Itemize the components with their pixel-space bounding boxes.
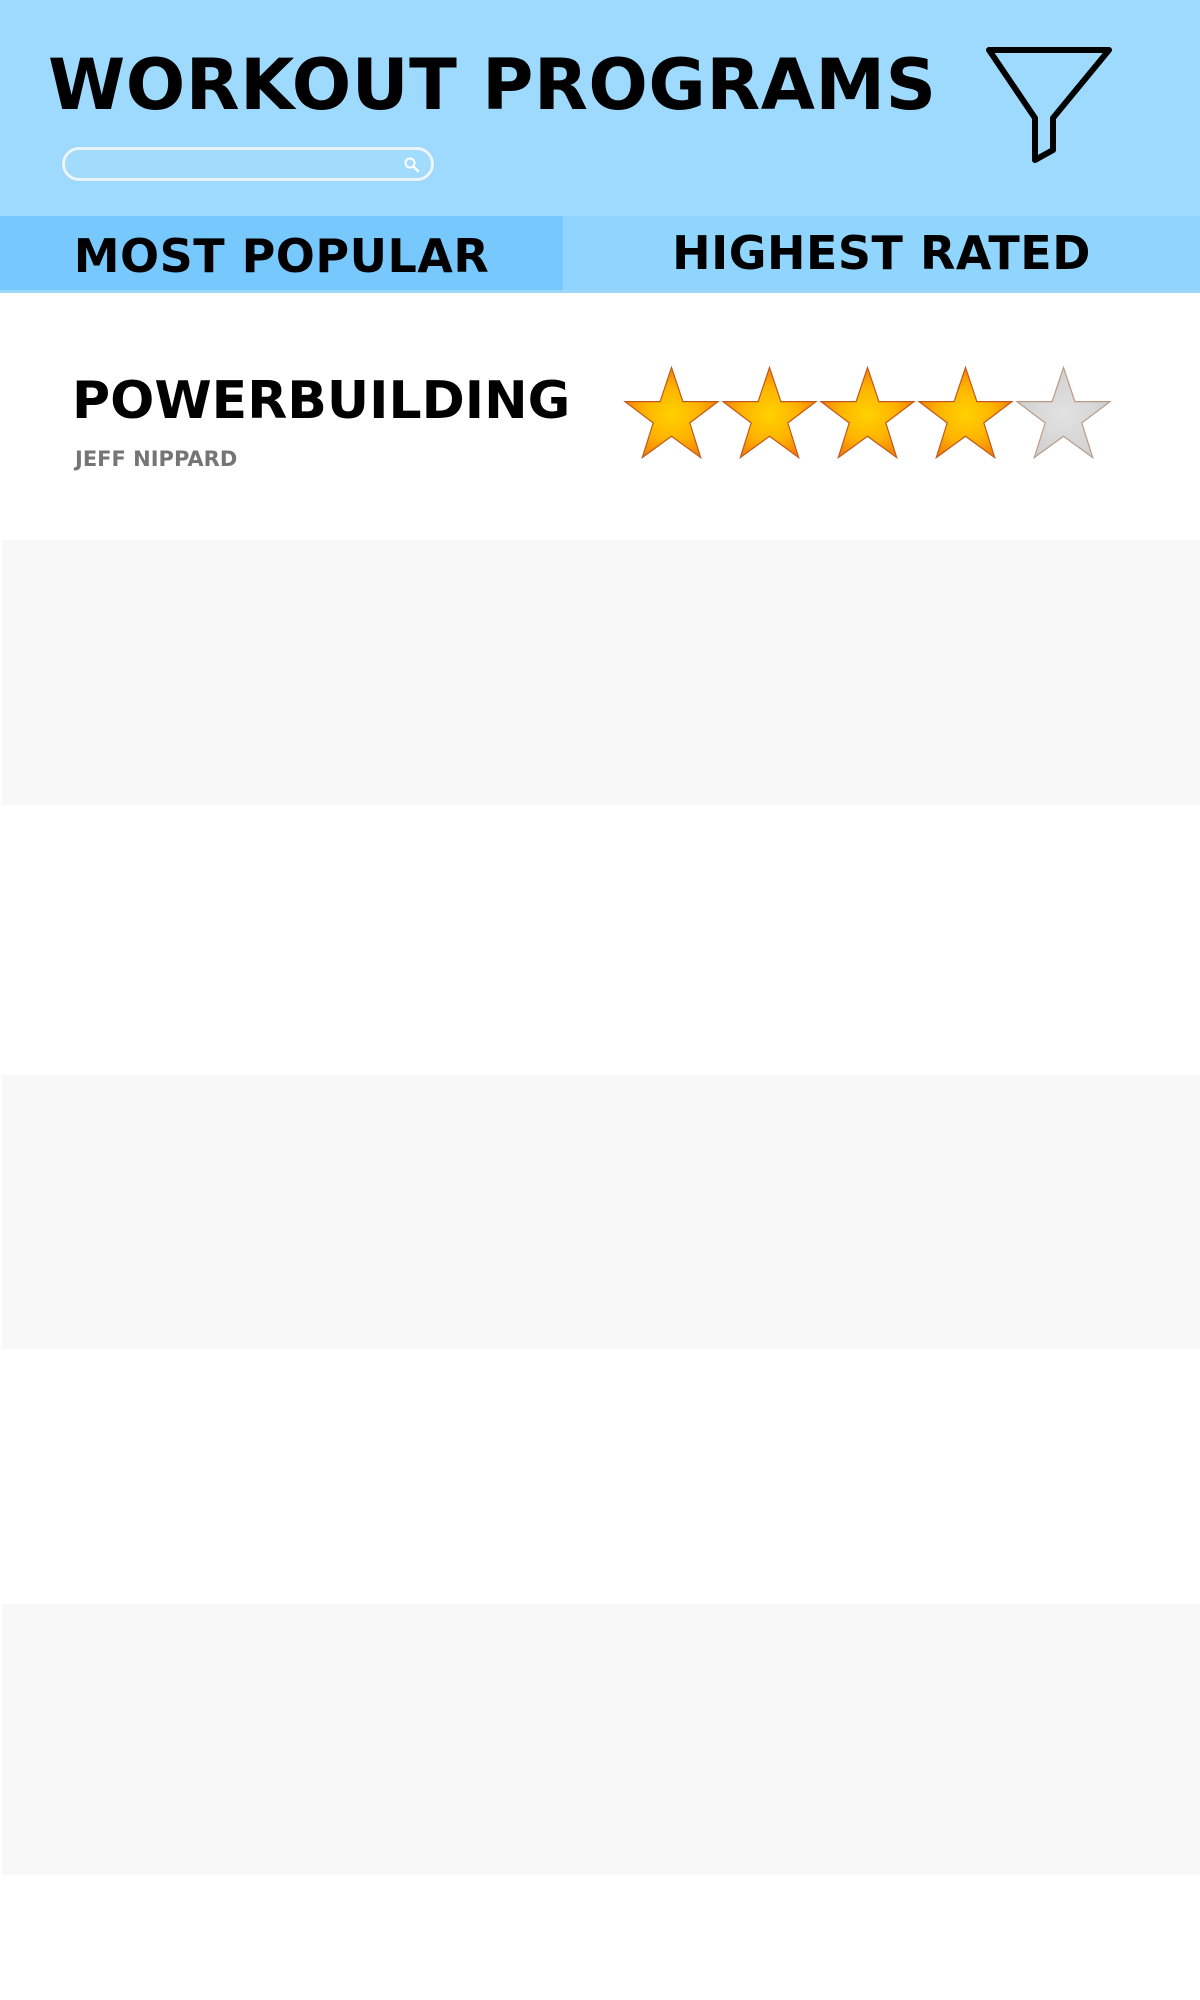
program-row[interactable]: POWERBUILDING JEFF NIPPARD bbox=[2, 293, 1200, 540]
tab-highest-rated[interactable]: HIGHEST RATED bbox=[563, 216, 1200, 290]
search-box[interactable] bbox=[62, 147, 434, 181]
program-row[interactable] bbox=[2, 540, 1200, 805]
program-row[interactable] bbox=[2, 805, 1200, 1075]
tab-most-popular[interactable]: MOST POPULAR bbox=[0, 216, 563, 290]
program-row[interactable] bbox=[2, 1875, 1200, 2000]
tab-bar: MOST POPULAR HIGHEST RATED bbox=[0, 216, 1200, 293]
program-author: JEFF NIPPARD bbox=[75, 447, 238, 471]
star-filled-icon bbox=[623, 365, 720, 460]
star-empty-icon bbox=[1015, 365, 1112, 460]
app-screen: WORKOUT PROGRAMS MOST POPULAR HIGHEST RA… bbox=[0, 0, 1200, 2000]
program-row[interactable] bbox=[2, 1604, 1200, 1875]
filter-funnel-icon[interactable] bbox=[985, 46, 1113, 164]
search-icon[interactable] bbox=[403, 156, 421, 174]
star-filled-icon bbox=[917, 365, 1014, 460]
search-input[interactable] bbox=[79, 154, 389, 176]
star-filled-icon bbox=[721, 365, 818, 460]
program-name: POWERBUILDING bbox=[72, 371, 571, 431]
program-row[interactable] bbox=[2, 1075, 1200, 1349]
page-title: WORKOUT PROGRAMS bbox=[48, 44, 937, 126]
header: WORKOUT PROGRAMS bbox=[0, 0, 1200, 216]
star-filled-icon bbox=[819, 365, 916, 460]
star-rating bbox=[622, 363, 1122, 463]
program-row[interactable] bbox=[2, 1349, 1200, 1604]
